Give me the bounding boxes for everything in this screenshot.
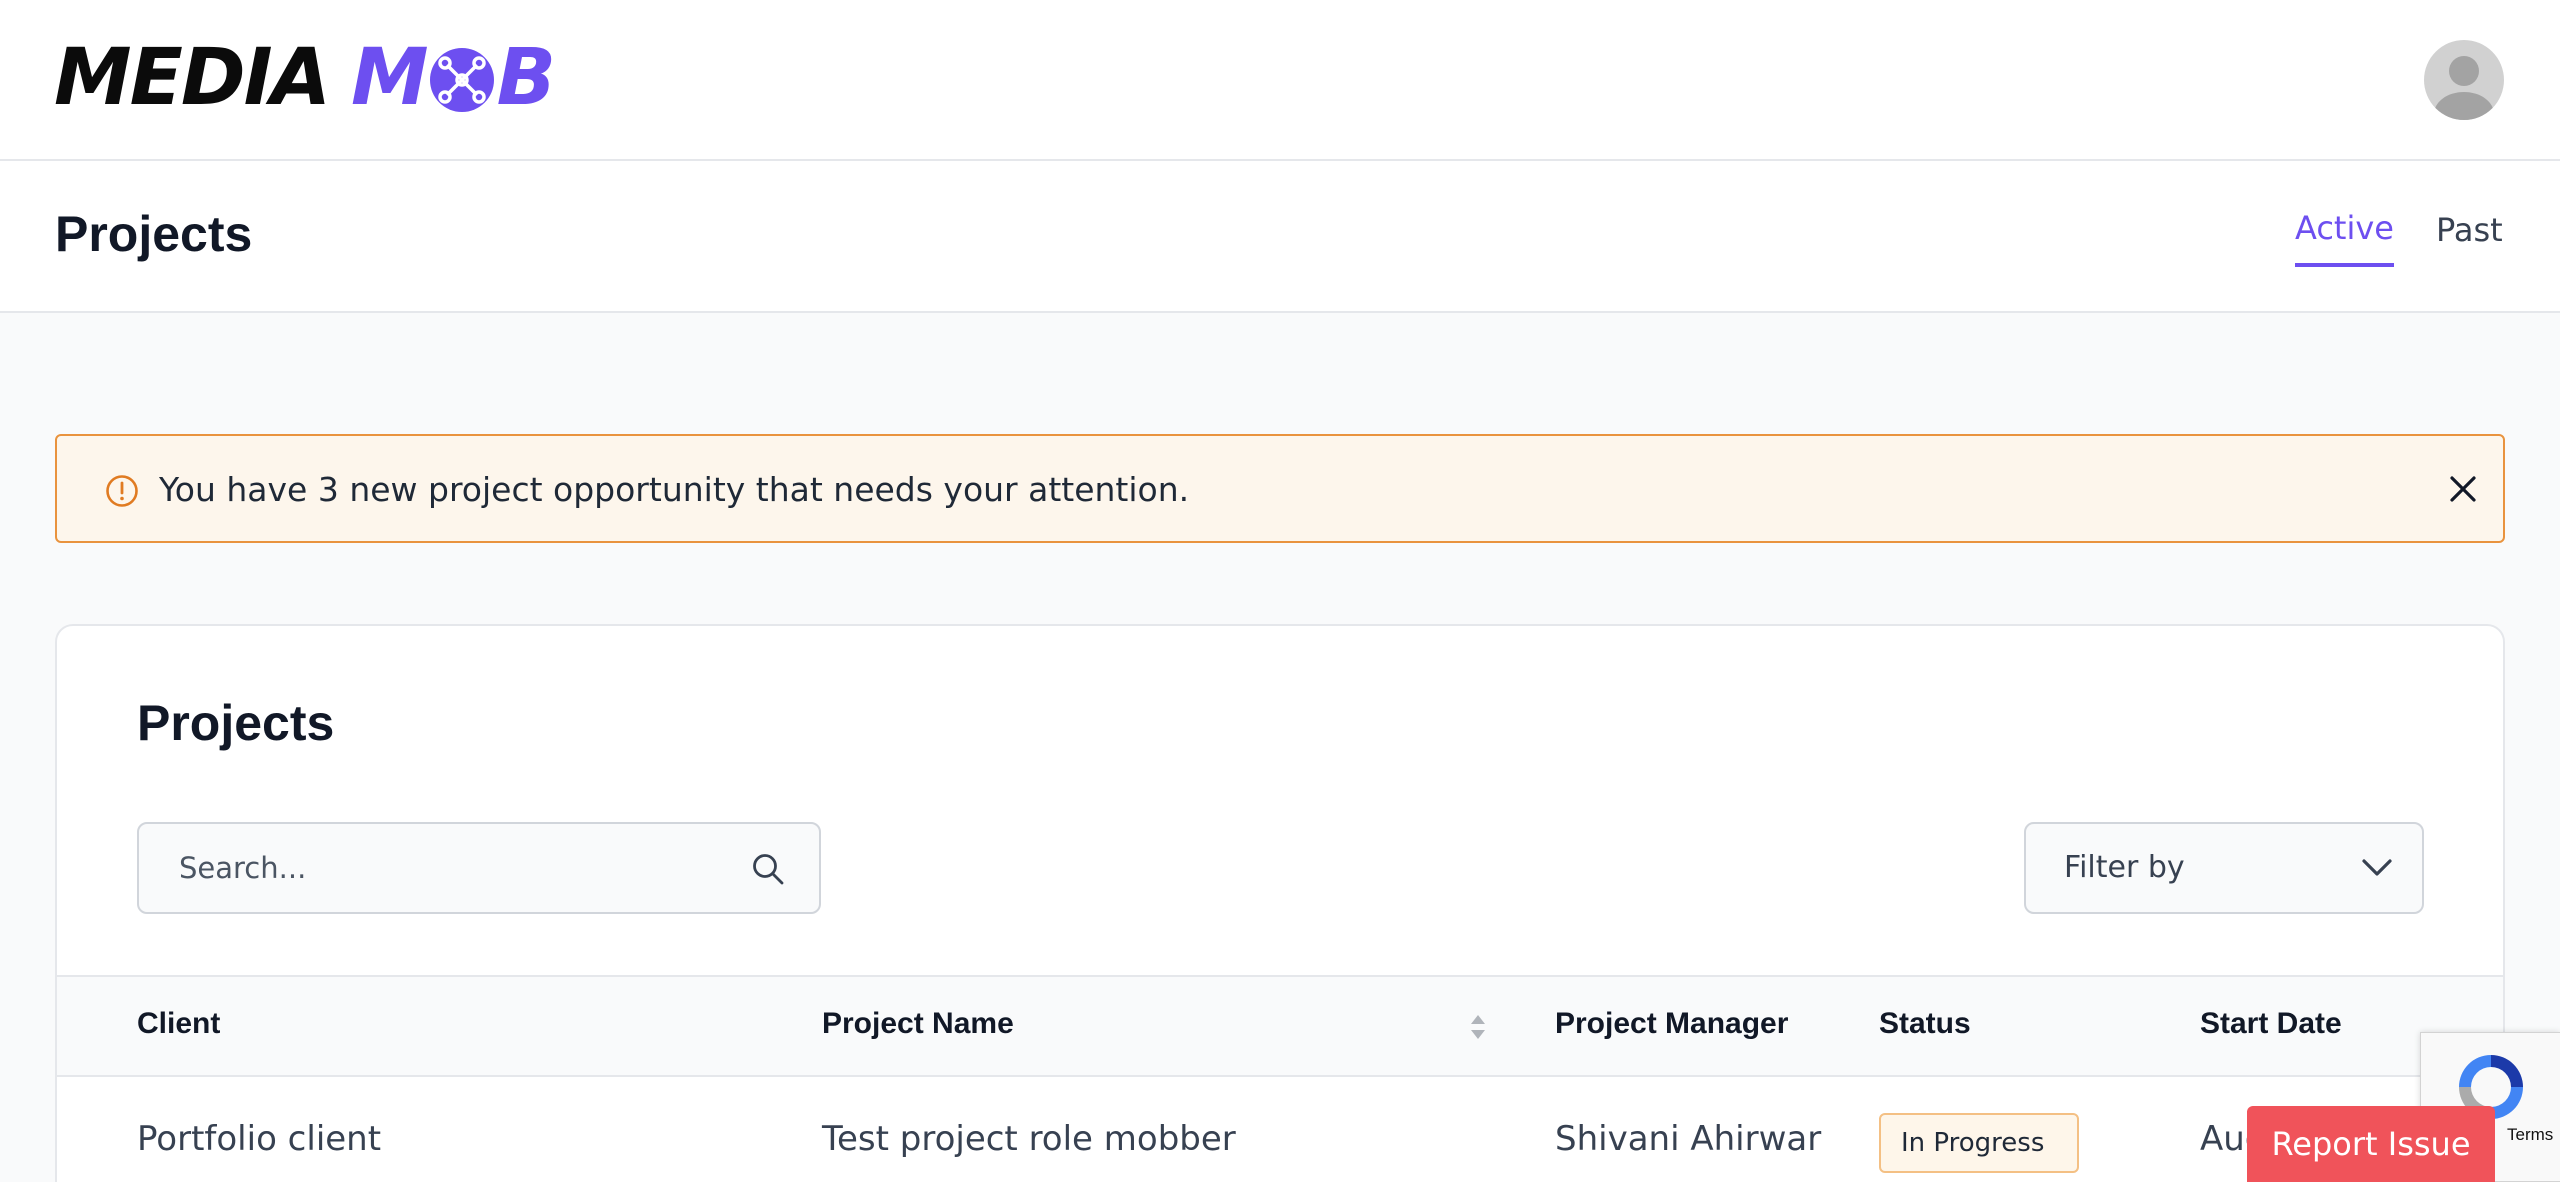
status-badge: In Progress (1879, 1113, 2079, 1173)
search-icon[interactable] (751, 852, 785, 886)
page-title: Projects (55, 206, 253, 262)
close-icon[interactable] (2445, 471, 2481, 507)
logo-word-media: MEDIA (54, 33, 331, 123)
logo-letter-b: B (496, 33, 556, 123)
media-mob-logo[interactable]: MEDIA M B (54, 33, 556, 123)
search-input[interactable] (139, 824, 739, 912)
sort-icon[interactable] (1469, 1013, 1487, 1041)
filter-dropdown[interactable]: Filter by (2024, 822, 2424, 914)
tab-active[interactable]: Active (2295, 209, 2394, 267)
filter-label: Filter by (2064, 850, 2185, 885)
card-title: Projects (137, 695, 335, 751)
recaptcha-terms-link[interactable]: Terms (2507, 1125, 2553, 1145)
exclamation-circle-icon (106, 475, 138, 507)
column-header-client: Client (137, 1007, 221, 1040)
projects-card: Projects Filter by Client Project Name P… (55, 624, 2505, 1182)
alert-message: You have 3 new project opportunity that … (159, 470, 1190, 509)
column-header-status: Status (1879, 1007, 1971, 1040)
cell-client: Portfolio client (137, 1119, 382, 1159)
user-silhouette-icon (2434, 56, 2494, 120)
opportunity-alert: You have 3 new project opportunity that … (55, 434, 2505, 543)
network-node-icon (429, 48, 494, 112)
logo-word-mob: M B (351, 33, 556, 123)
search-box (137, 822, 821, 914)
page-header: Projects Active Past (0, 161, 2560, 313)
column-header-start-date: Start Date (2200, 1007, 2342, 1040)
user-avatar[interactable] (2424, 40, 2504, 120)
cell-project-name[interactable]: Test project role mobber (822, 1119, 1236, 1159)
tab-past[interactable]: Past (2436, 211, 2503, 249)
chevron-down-icon (2362, 859, 2392, 876)
table-row[interactable]: Portfolio client Test project role mobbe… (57, 1077, 2503, 1182)
table-header: Client Project Name Project Manager Stat… (57, 975, 2503, 1077)
column-header-project-name[interactable]: Project Name (822, 1007, 1014, 1041)
column-header-project-manager: Project Manager (1555, 1007, 1789, 1040)
report-issue-button[interactable]: Report Issue (2247, 1106, 2495, 1182)
logo-letter-m: M (351, 33, 429, 123)
cell-project-manager: Shivani Ahirwar (1555, 1119, 1822, 1159)
top-header: MEDIA M B (0, 0, 2560, 161)
